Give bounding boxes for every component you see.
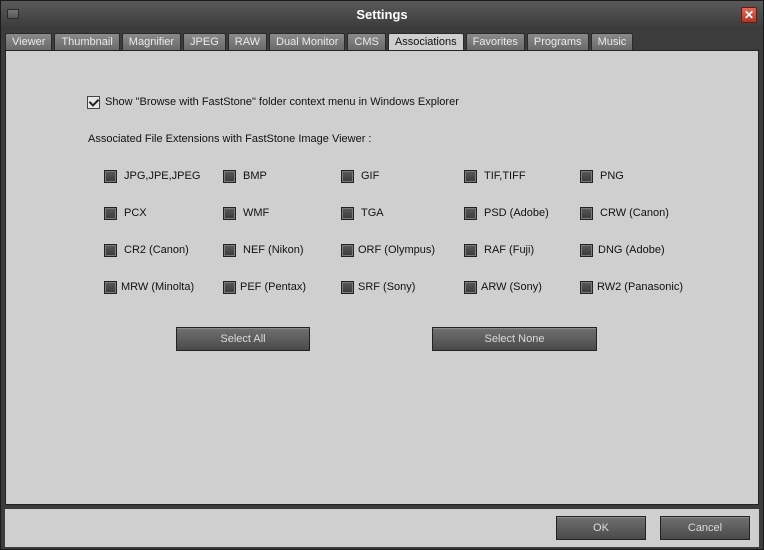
tab-raw[interactable]: RAW xyxy=(227,33,268,50)
ext-label: NEF (Nikon) xyxy=(243,244,304,256)
ext-label: CRW (Canon) xyxy=(600,207,669,219)
ext-label: GIF xyxy=(361,170,380,182)
ext-label: ARW (Sony) xyxy=(481,281,542,293)
ext-label: JPG,JPE,JPEG xyxy=(124,170,201,182)
ext-checkbox[interactable] xyxy=(580,281,593,294)
ext-label: CR2 (Canon) xyxy=(124,244,189,256)
ext-checkbox[interactable] xyxy=(223,244,236,257)
tab-favorites[interactable]: Favorites xyxy=(465,33,525,50)
ok-button[interactable]: OK xyxy=(556,516,646,540)
tab-programs[interactable]: Programs xyxy=(526,33,589,50)
ext-checkbox[interactable] xyxy=(580,244,593,257)
close-icon: ✕ xyxy=(743,8,755,22)
ext-label: TIF,TIFF xyxy=(484,170,526,182)
cancel-button[interactable]: Cancel xyxy=(660,516,750,540)
select-none-button[interactable]: Select None xyxy=(432,327,597,351)
tab-thumbnail[interactable]: Thumbnail xyxy=(54,33,120,50)
ext-checkbox[interactable] xyxy=(104,244,117,257)
extensions-heading: Associated File Extensions with FastSton… xyxy=(88,133,372,145)
ext-checkbox[interactable] xyxy=(104,207,117,220)
tab-cms[interactable]: CMS xyxy=(347,33,386,50)
ext-label: BMP xyxy=(243,170,267,182)
ext-label: SRF (Sony) xyxy=(358,281,416,293)
ext-checkbox[interactable] xyxy=(464,170,477,183)
ext-checkbox[interactable] xyxy=(341,244,354,257)
ext-checkbox[interactable] xyxy=(464,281,477,294)
context-menu-label: Show "Browse with FastStone" folder cont… xyxy=(105,96,459,108)
ext-checkbox[interactable] xyxy=(580,170,593,183)
ext-label: ORF (Olympus) xyxy=(358,244,435,256)
ext-label: PNG xyxy=(600,170,624,182)
select-all-button[interactable]: Select All xyxy=(176,327,310,351)
ext-label: MRW (Minolta) xyxy=(121,281,195,293)
ext-checkbox[interactable] xyxy=(341,170,354,183)
tab-associations[interactable]: Associations xyxy=(387,33,464,50)
ext-label: RAF (Fuji) xyxy=(484,244,535,256)
ext-checkbox[interactable] xyxy=(580,207,593,220)
tab-dual-monitor[interactable]: Dual Monitor xyxy=(269,33,346,50)
ext-label: WMF xyxy=(243,207,270,219)
tab-strip: Viewer Thumbnail Magnifier JPEG RAW Dual… xyxy=(5,33,635,50)
ext-label: DNG (Adobe) xyxy=(598,244,665,256)
tab-jpeg[interactable]: JPEG xyxy=(183,33,226,50)
settings-window: Settings ✕ Viewer Thumbnail Magnifier JP… xyxy=(0,0,764,550)
tab-magnifier[interactable]: Magnifier xyxy=(121,33,182,50)
ext-label: PSD (Adobe) xyxy=(484,207,549,219)
ext-checkbox[interactable] xyxy=(464,244,477,257)
ext-checkbox[interactable] xyxy=(341,207,354,220)
ext-checkbox[interactable] xyxy=(223,281,236,294)
tab-music[interactable]: Music xyxy=(590,33,634,50)
window-title: Settings xyxy=(356,7,408,22)
tab-viewer[interactable]: Viewer xyxy=(5,33,53,50)
context-menu-checkbox[interactable] xyxy=(87,96,100,109)
ext-checkbox[interactable] xyxy=(104,281,117,294)
ext-checkbox[interactable] xyxy=(341,281,354,294)
close-button[interactable]: ✕ xyxy=(741,7,757,23)
associations-panel: Show "Browse with FastStone" folder cont… xyxy=(5,50,759,505)
ext-checkbox[interactable] xyxy=(104,170,117,183)
ext-label: PCX xyxy=(124,207,147,219)
ext-checkbox[interactable] xyxy=(223,170,236,183)
dialog-footer: OK Cancel xyxy=(5,509,759,547)
ext-checkbox[interactable] xyxy=(223,207,236,220)
ext-checkbox[interactable] xyxy=(464,207,477,220)
ext-label: RW2 (Panasonic) xyxy=(597,281,683,293)
ext-label: TGA xyxy=(361,207,384,219)
title-bar[interactable]: Settings ✕ xyxy=(1,1,763,29)
ext-label: PEF (Pentax) xyxy=(240,281,307,293)
